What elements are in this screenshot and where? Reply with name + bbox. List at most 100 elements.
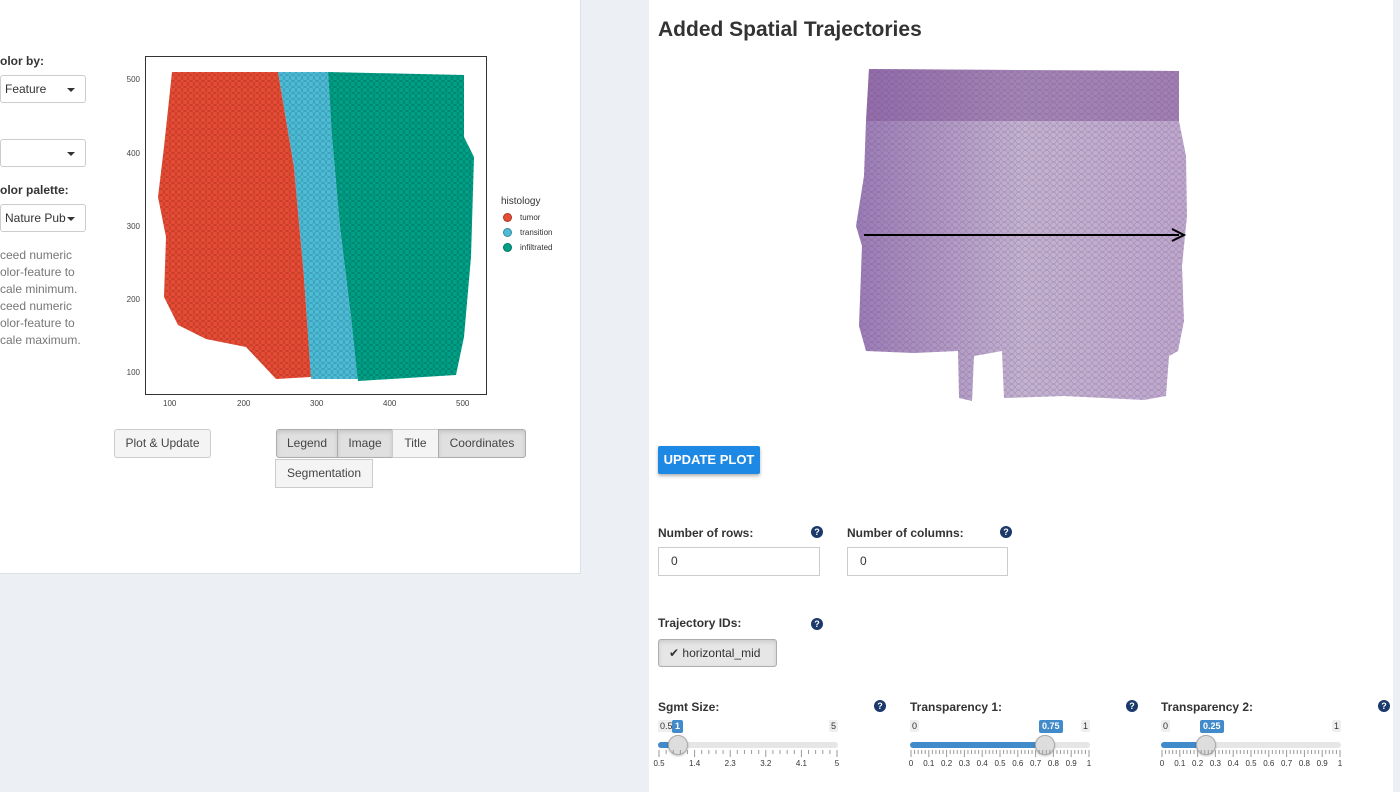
slider-tick-label: 0.9 bbox=[1065, 759, 1077, 768]
slider-fill bbox=[910, 742, 1045, 748]
left-panel: olor by: Feature olor palette: Nature Pu… bbox=[0, 0, 581, 574]
toggle-legend-button[interactable]: Legend bbox=[276, 429, 338, 458]
help-text-line: ceed numeric bbox=[0, 299, 73, 313]
color-palette-select[interactable]: Nature Pub bbox=[0, 204, 86, 232]
transparency-2-slider[interactable]: 0 1 0.25 0 0.1 0.2 0.3 0.4 0.5 0.6 0.7 0.8 0.9 1 bbox=[1160, 720, 1343, 780]
legend-label: tumor bbox=[520, 213, 541, 222]
question-icon[interactable]: ? bbox=[1126, 700, 1138, 712]
slider-tick-label: 0.5 bbox=[1245, 759, 1257, 768]
slider-ticks bbox=[658, 750, 838, 757]
legend-item-infiltrated: infiltrated bbox=[503, 243, 552, 252]
transparency-1-slider[interactable]: 0 1 0.75 0 0.1 0.2 0.3 0.4 0.5 0.6 0.7 0.8 0.9 1 bbox=[908, 720, 1092, 780]
y-tick-label: 100 bbox=[126, 368, 140, 377]
sgmt-size-slider[interactable]: 0.5 5 1 0.5 1.4 2.3 3.2 4.1 5 bbox=[653, 720, 840, 780]
legend-item-tumor: tumor bbox=[503, 213, 540, 222]
legend-label: transition bbox=[520, 228, 553, 237]
legend-swatch bbox=[503, 243, 512, 252]
x-tick-label: 400 bbox=[383, 399, 397, 408]
legend-title: histology bbox=[501, 196, 541, 207]
slider-tick-label: 0 bbox=[908, 759, 914, 768]
check-icon: ✔ bbox=[669, 646, 680, 660]
slider-tick-label: 0.9 bbox=[1316, 759, 1328, 768]
x-tick-label: 300 bbox=[310, 399, 324, 408]
slider-tick-label: 0.1 bbox=[923, 759, 935, 768]
slider-tick-label: 0.5 bbox=[994, 759, 1006, 768]
slider-tick-label: 3.2 bbox=[760, 759, 772, 768]
slider-tick-label: 0.8 bbox=[1298, 759, 1310, 768]
slider-tick-label: 0.4 bbox=[1227, 759, 1239, 768]
trajectory-id-toggle[interactable]: ✔ horizontal_mid bbox=[658, 639, 777, 667]
slider-tick-label: 0.7 bbox=[1030, 759, 1042, 768]
slider-value: 1 bbox=[672, 720, 684, 733]
legend-swatch bbox=[503, 213, 512, 222]
y-tick-label: 200 bbox=[126, 295, 140, 304]
toggle-title-button[interactable]: Title bbox=[392, 429, 439, 458]
cols-input[interactable]: 0 bbox=[847, 547, 1008, 576]
toggle-coordinates-button[interactable]: Coordinates bbox=[438, 429, 526, 458]
color-by-label: olor by: bbox=[0, 54, 44, 68]
slider-ticks bbox=[1161, 750, 1341, 757]
color-by-value: Feature bbox=[5, 82, 47, 96]
slider-tick-label: 1 bbox=[1337, 759, 1343, 768]
rows-input[interactable]: 0 bbox=[658, 547, 820, 576]
x-tick-label: 200 bbox=[237, 399, 251, 408]
slider-tick-label: 0.1 bbox=[1174, 759, 1186, 768]
slider-tick-label: 0.2 bbox=[941, 759, 953, 768]
x-tick-label: 500 bbox=[456, 399, 470, 408]
slider-tick-label: 0.3 bbox=[1209, 759, 1221, 768]
question-icon[interactable]: ? bbox=[811, 526, 823, 538]
y-tick-label: 500 bbox=[126, 75, 140, 84]
chevron-down-icon bbox=[67, 152, 75, 156]
help-text-line: cale maximum. bbox=[0, 333, 81, 347]
update-plot-button[interactable]: UPDATE PLOT bbox=[658, 446, 760, 474]
slider-tick-label: 1 bbox=[1086, 759, 1092, 768]
right-panel: Added Spatial Trajectories UPDATE PLOT N… bbox=[649, 0, 1393, 792]
spatial-plot-canvas bbox=[158, 72, 474, 381]
chevron-down-icon bbox=[67, 88, 75, 92]
page-title: Added Spatial Trajectories bbox=[658, 18, 922, 41]
plot-update-button[interactable]: Plot & Update bbox=[114, 429, 211, 458]
slider-tick-label: 0.6 bbox=[1012, 759, 1024, 768]
y-tick-label: 300 bbox=[126, 222, 140, 231]
chevron-down-icon bbox=[67, 217, 75, 221]
color-palette-value: Nature Pub bbox=[5, 211, 66, 225]
slider-tick-label: 0.2 bbox=[1192, 759, 1204, 768]
help-text-line: olor-feature to bbox=[0, 265, 75, 279]
legend-label: infiltrated bbox=[520, 243, 553, 252]
slider-max: 5 bbox=[828, 720, 838, 732]
spatial-plot bbox=[145, 56, 487, 395]
color-by-select[interactable]: Feature bbox=[0, 75, 86, 103]
cols-label: Number of columns: bbox=[847, 526, 964, 540]
question-icon[interactable]: ? bbox=[1378, 700, 1390, 712]
color-palette-label: olor palette: bbox=[0, 183, 69, 197]
slider-tick-label: 0.5 bbox=[653, 759, 665, 768]
slider-tick-label: 0.6 bbox=[1263, 759, 1275, 768]
legend-item-transition: transition bbox=[503, 228, 552, 237]
trajectory-id-label: horizontal_mid bbox=[682, 646, 761, 660]
slider-tick-label: 0.4 bbox=[976, 759, 988, 768]
slider-max: 1 bbox=[1331, 720, 1341, 732]
toggle-segmentation-button[interactable]: Segmentation bbox=[275, 459, 373, 488]
help-text-line: cale minimum. bbox=[0, 282, 78, 296]
slider-max: 1 bbox=[1080, 720, 1090, 732]
y-tick-label: 400 bbox=[126, 149, 140, 158]
slider-tick-label: 2.3 bbox=[724, 759, 736, 768]
transparency-2-label: Transparency 2: bbox=[1161, 700, 1254, 714]
slider-value: 0.25 bbox=[1200, 720, 1224, 733]
slider-ticks bbox=[910, 750, 1090, 757]
question-icon[interactable]: ? bbox=[811, 618, 823, 630]
help-text-line: olor-feature to bbox=[0, 316, 75, 330]
transparency-1-label: Transparency 1: bbox=[910, 700, 1003, 714]
toggle-image-button[interactable]: Image bbox=[337, 429, 393, 458]
slider-tick-label: 0.3 bbox=[958, 759, 970, 768]
question-icon[interactable]: ? bbox=[874, 700, 886, 712]
legend-swatch bbox=[503, 228, 512, 237]
slider-value: 0.75 bbox=[1039, 720, 1063, 733]
question-icon[interactable]: ? bbox=[1000, 526, 1012, 538]
slider-tick-label: 1.4 bbox=[689, 759, 701, 768]
slider-min: 0 bbox=[1161, 720, 1171, 732]
slider-tick-label: 0.8 bbox=[1047, 759, 1059, 768]
slider-tick-label: 5 bbox=[834, 759, 840, 768]
secondary-select[interactable] bbox=[0, 139, 86, 167]
x-tick-label: 100 bbox=[163, 399, 177, 408]
